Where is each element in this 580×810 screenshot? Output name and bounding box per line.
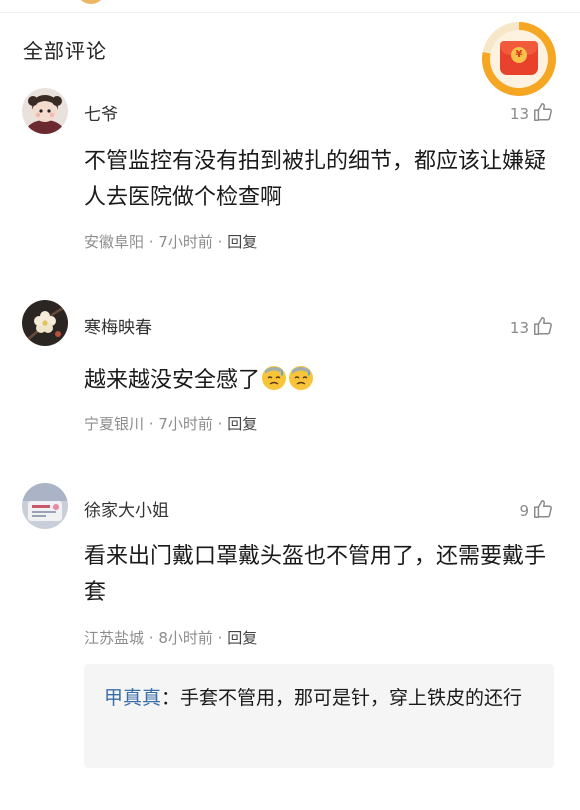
reply-button[interactable]: 回复	[227, 233, 257, 251]
reply-button[interactable]: 回复	[227, 629, 257, 647]
username[interactable]: 寒梅映春	[84, 313, 152, 338]
username[interactable]: 徐家大小姐	[84, 496, 169, 521]
sub-reply-text: 甲真真：手套不管用，那可是针，穿上铁皮的还行	[104, 687, 523, 709]
avatar[interactable]	[22, 88, 68, 134]
comment-meta: 安徽阜阳 · 7小时前 · 回复	[84, 233, 258, 251]
like-count: 9	[519, 502, 529, 520]
like-button[interactable]: 13	[510, 101, 554, 123]
username[interactable]: 七爷	[84, 100, 118, 125]
timestamp: 7小时前	[158, 415, 213, 433]
sweat-face-emoji	[289, 366, 314, 390]
tab-indicator	[76, 0, 106, 4]
sub-reply-box[interactable]: 甲真真：手套不管用，那可是针，穿上铁皮的还行	[84, 664, 554, 768]
like-count: 13	[509, 319, 529, 337]
comment-text: 看来出门戴口罩戴头盔也不管用了，还需要戴手套	[84, 544, 547, 605]
comment-text: 越来越没安全感了	[84, 363, 554, 399]
coin-icon: ¥	[511, 47, 527, 63]
thumbs-up-icon	[534, 103, 552, 121]
top-bar-edge	[0, 0, 580, 13]
comment-meta: 宁夏银川 · 7小时前 · 回复	[84, 415, 258, 433]
avatar[interactable]	[22, 300, 68, 346]
comment-meta: 江苏盐城 · 8小时前 · 回复	[84, 629, 258, 647]
location: 安徽阜阳	[84, 233, 145, 251]
red-envelope-widget[interactable]: ¥	[482, 22, 556, 96]
thumbs-up-icon	[534, 317, 552, 335]
comment-text: 不管监控有没有拍到被扎的细节，都应该让嫌疑人去医院做个检查啊	[84, 149, 547, 210]
location: 江苏盐城	[84, 629, 145, 647]
timestamp: 7小时前	[158, 233, 213, 251]
like-count: 13	[509, 105, 529, 123]
section-title: 全部评论	[23, 39, 107, 63]
location: 宁夏银川	[84, 415, 145, 433]
timestamp: 8小时前	[158, 629, 213, 647]
avatar[interactable]	[22, 483, 68, 529]
sub-reply-author[interactable]: 甲真真	[104, 687, 161, 709]
reply-button[interactable]: 回复	[227, 415, 257, 433]
like-button[interactable]: 9	[519, 498, 554, 520]
sweat-face-emoji	[262, 366, 287, 390]
thumbs-up-icon	[534, 500, 552, 518]
like-button[interactable]: 13	[510, 315, 554, 337]
